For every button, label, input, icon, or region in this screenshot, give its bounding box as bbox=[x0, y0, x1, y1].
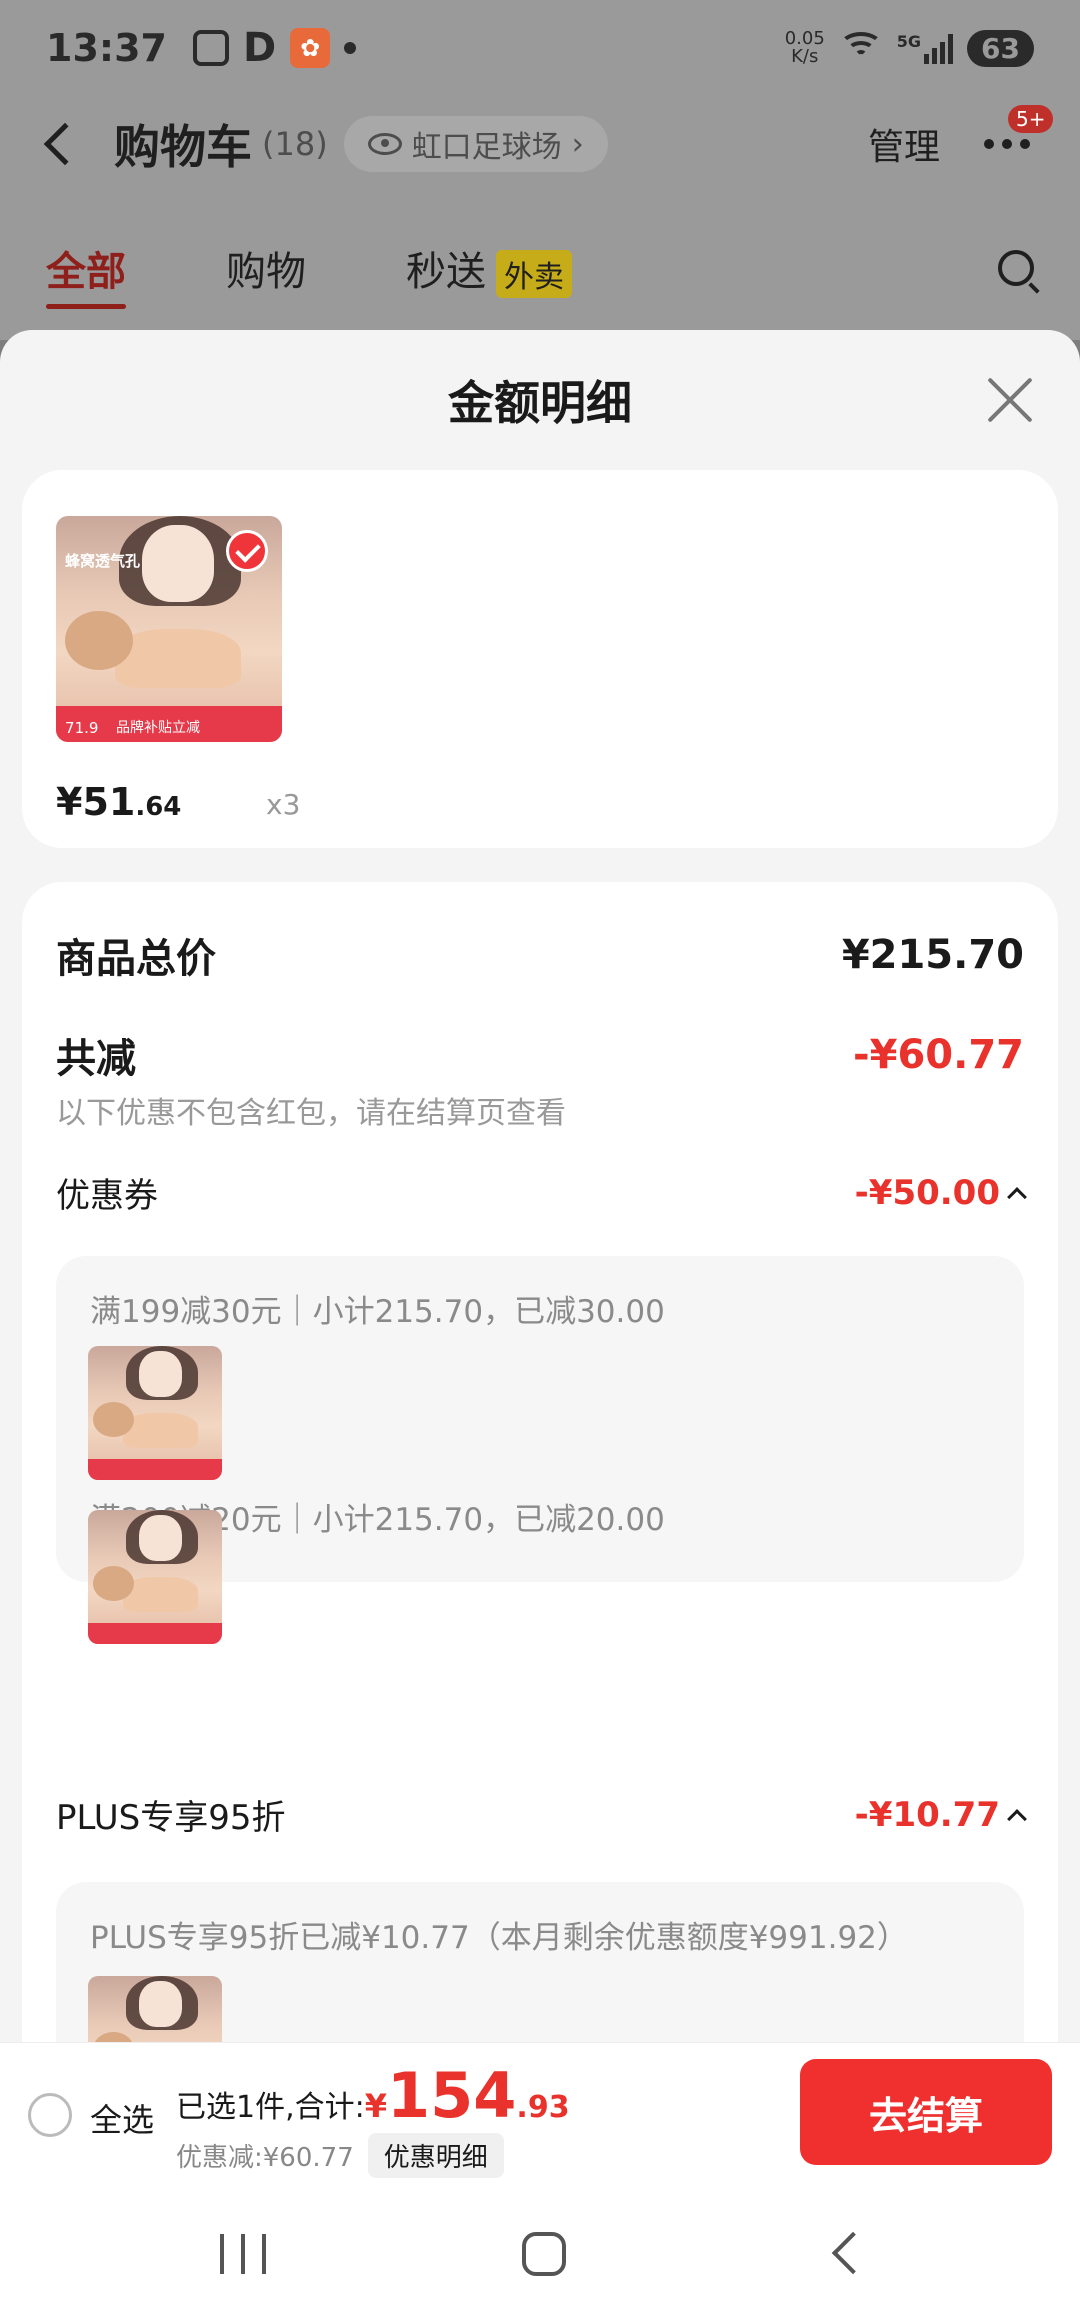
checkmark-icon bbox=[226, 530, 268, 572]
status-time: 13:37 bbox=[46, 26, 167, 70]
coupon-rule: 满199减30元｜小计215.70，已减30.00 bbox=[90, 1294, 665, 1330]
total-discount-label: 共减 bbox=[56, 1036, 136, 1082]
system-back-icon[interactable] bbox=[831, 2231, 875, 2275]
product-price: ¥51.64 bbox=[56, 780, 182, 824]
notification-icons: D ✿ bbox=[192, 25, 357, 71]
search-icon[interactable] bbox=[998, 250, 1034, 286]
plus-discount-row[interactable]: PLUS专享95折 -¥10.77 bbox=[56, 1790, 1027, 1839]
cart-nav-bar: 购物车 (18) 虹口足球场 › 管理 5+ bbox=[0, 96, 1080, 192]
total-price-row: 商品总价 ¥215.70 bbox=[56, 926, 1024, 984]
checkout-button[interactable]: 去结算 bbox=[800, 2059, 1052, 2165]
app-notification-icon: ✿ bbox=[290, 28, 331, 68]
total-price-label: 商品总价 bbox=[56, 936, 216, 982]
coupon-product-thumbnail bbox=[88, 1510, 222, 1644]
cart-tabs: 全部 购物 秒送 外卖 bbox=[0, 228, 1080, 309]
coupon-value: -¥50.00 bbox=[855, 1173, 1027, 1213]
coupon-details-box-continued bbox=[56, 1510, 1024, 1704]
product-quantity: x3 bbox=[266, 788, 301, 821]
screenshot-notification-icon bbox=[192, 30, 229, 66]
total-amount: 154 bbox=[387, 2059, 517, 2132]
total-price-value: ¥215.70 bbox=[841, 932, 1024, 978]
discount-summary: 优惠减:¥60.77 优惠明细 bbox=[176, 2133, 504, 2178]
tab-all[interactable]: 全部 bbox=[46, 239, 126, 309]
checkout-bar: 全选 已选1件,合计: ¥ 154 .93 优惠减:¥60.77 优惠明细 去结… bbox=[0, 2042, 1080, 2182]
cellular-signal-icon: 5G bbox=[897, 32, 954, 64]
message-count-badge: 5+ bbox=[1008, 105, 1054, 133]
more-menu-button[interactable]: 5+ bbox=[984, 105, 1054, 149]
amount-detail-sheet: 金额明细 蜂窝透气孔 品牌补贴立减 71.9 ¥51.64 x3 商品总价 ¥2… bbox=[0, 330, 1080, 2316]
location-label: 虹口足球场 bbox=[411, 130, 562, 165]
plus-discount-value: -¥10.77 bbox=[855, 1795, 1027, 1835]
tab-shopping[interactable]: 购物 bbox=[226, 239, 306, 297]
plus-discount-label: PLUS专享95折 bbox=[56, 1798, 286, 1838]
product-image-band-text: 品牌补贴立减 bbox=[116, 720, 200, 737]
total-discount-value: -¥60.77 bbox=[853, 1032, 1024, 1078]
home-icon[interactable] bbox=[522, 2232, 566, 2276]
coupon-product-thumbnail bbox=[88, 1346, 222, 1480]
select-all-checkbox[interactable] bbox=[28, 2093, 72, 2137]
system-navigation-bar bbox=[0, 2182, 1080, 2316]
discount-note: 以下优惠不包含红包，请在结算页查看 bbox=[56, 1096, 566, 1131]
network-speed: 0.05 K/s bbox=[784, 28, 825, 67]
product-image[interactable]: 蜂窝透气孔 品牌补贴立减 71.9 bbox=[56, 516, 282, 742]
chevron-up-icon bbox=[1007, 1186, 1027, 1207]
selection-summary: 已选1件,合计: ¥ 154 .93 bbox=[176, 2059, 570, 2132]
selected-product-card: 蜂窝透气孔 品牌补贴立减 71.9 ¥51.64 x3 bbox=[22, 470, 1058, 848]
wifi-icon bbox=[838, 32, 883, 64]
total-discount-row: 共减 -¥60.77 bbox=[56, 1026, 1024, 1084]
battery-indicator: 63 bbox=[967, 29, 1034, 67]
eye-icon bbox=[367, 133, 402, 155]
coupon-row[interactable]: 优惠券 -¥50.00 bbox=[56, 1168, 1027, 1217]
page-title: 购物车 bbox=[114, 120, 252, 174]
back-arrow-icon[interactable] bbox=[43, 122, 87, 166]
coupon-label: 优惠券 bbox=[56, 1176, 158, 1216]
more-notifications-dot bbox=[344, 42, 357, 54]
discount-detail-button[interactable]: 优惠明细 bbox=[367, 2133, 504, 2178]
plus-rule: PLUS专享95折已减¥10.77（本月剩余优惠额度¥991.92） bbox=[90, 1920, 908, 1956]
cart-count: (18) bbox=[262, 125, 328, 163]
takeout-badge: 外卖 bbox=[496, 249, 572, 298]
sheet-header: 金额明细 bbox=[0, 330, 1080, 470]
status-bar: 13:37 D ✿ 0.05 K/s 5G 63 bbox=[0, 0, 1080, 96]
chevron-right-icon: › bbox=[571, 126, 584, 162]
close-icon[interactable] bbox=[986, 376, 1034, 424]
product-image-price: 71.9 bbox=[65, 719, 99, 738]
sheet-title: 金额明细 bbox=[448, 376, 632, 430]
d-app-icon: D bbox=[242, 25, 277, 71]
tab-instant-delivery-label: 秒送 bbox=[406, 248, 486, 295]
location-pill[interactable]: 虹口足球场 › bbox=[343, 116, 608, 172]
product-image-text: 蜂窝透气孔 bbox=[65, 551, 141, 570]
tab-instant-delivery[interactable]: 秒送 外卖 bbox=[406, 239, 572, 298]
chevron-up-icon bbox=[1007, 1808, 1027, 1829]
manage-button[interactable]: 管理 bbox=[868, 118, 940, 170]
select-all-label[interactable]: 全选 bbox=[90, 2095, 154, 2141]
recent-apps-icon[interactable] bbox=[220, 2234, 266, 2274]
